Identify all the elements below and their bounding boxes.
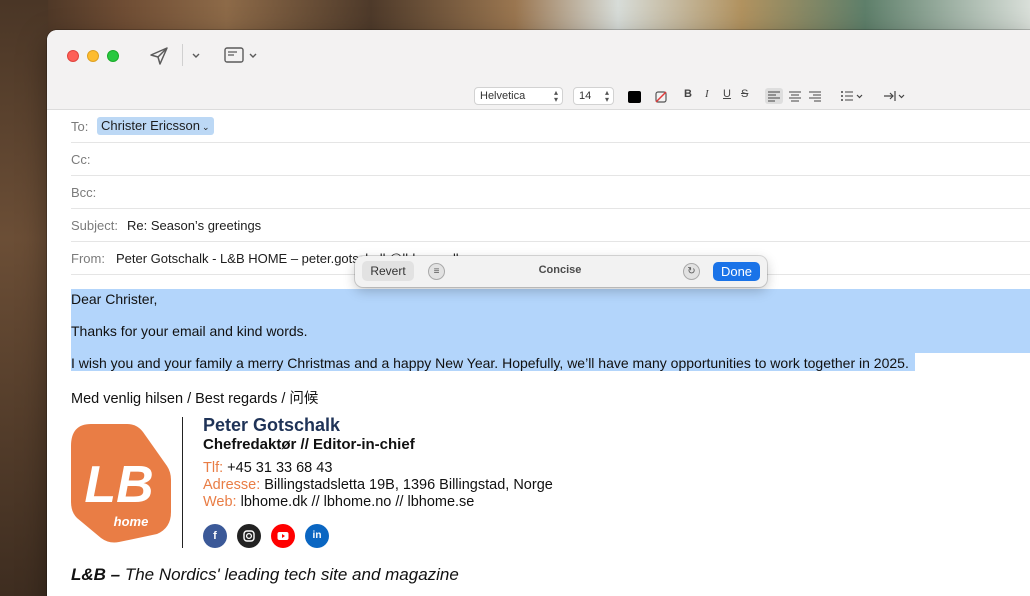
selection-highlight xyxy=(71,289,1030,353)
signature-web: Web: lbhome.dk // lbhome.no // lbhome.se xyxy=(203,494,474,510)
message-closing: Med venlig hilsen / Best regards / 问候 xyxy=(71,391,319,407)
background-color-icon[interactable] xyxy=(654,90,668,104)
close-window-button[interactable] xyxy=(67,50,79,62)
signature-name: Peter Gotschalk xyxy=(203,415,341,435)
bold-button[interactable]: B xyxy=(684,88,692,100)
align-center-icon[interactable] xyxy=(787,88,803,104)
chevron-down-icon[interactable] xyxy=(191,52,201,60)
compose-window: Helvetica ▴ ▾ 14 ▴ ▾ B I U S To: Christe… xyxy=(47,30,1030,596)
subject-label: Subject: xyxy=(71,218,118,233)
signature-phone: Tlf: +45 31 33 68 43 xyxy=(203,460,332,476)
done-button[interactable]: Done xyxy=(713,262,760,281)
cc-label: Cc: xyxy=(71,152,91,167)
signature-role: Chefredaktør // Editor-in-chief xyxy=(203,436,415,453)
header-fields-icon[interactable] xyxy=(223,46,245,64)
message-line-2: I wish you and your family a merry Chris… xyxy=(71,355,909,371)
message-line-1: Thanks for your email and kind words. xyxy=(71,323,308,339)
paper-plane-icon[interactable] xyxy=(149,46,169,66)
format-bar: Helvetica ▴ ▾ 14 ▴ ▾ B I U S xyxy=(47,82,1030,110)
signature-divider xyxy=(182,417,183,548)
stepper-arrows-icon: ▴ ▾ xyxy=(604,88,609,104)
logo-word: home xyxy=(114,514,149,529)
subject-field[interactable]: Subject: Re: Season’s greetings xyxy=(71,209,1030,242)
web-label: Web: xyxy=(203,494,237,510)
address-value: Billingstadsletta 19B, 1396 Billingstad,… xyxy=(264,477,553,493)
recipient-name: Christer Ericsson xyxy=(101,118,200,133)
align-left-icon[interactable] xyxy=(765,88,783,104)
subject-value: Re: Season’s greetings xyxy=(127,218,262,233)
chevron-down-icon: ⌄ xyxy=(201,122,210,132)
font-family-select[interactable]: Helvetica ▴ ▾ xyxy=(474,87,563,105)
youtube-icon[interactable] xyxy=(271,524,295,548)
zoom-window-button[interactable] xyxy=(107,50,119,62)
web-value[interactable]: lbhome.dk // lbhome.no // lbhome.se xyxy=(241,494,475,510)
strikethrough-button[interactable]: S xyxy=(741,88,748,100)
desktop-wallpaper-left xyxy=(0,0,48,596)
font-family-value: Helvetica xyxy=(480,90,526,102)
italic-button[interactable]: I xyxy=(705,88,709,100)
to-label: To: xyxy=(71,119,89,134)
chevron-down-icon[interactable] xyxy=(248,52,258,60)
tagline-text: The Nordics' leading tech site and magaz… xyxy=(120,565,459,584)
logo-letters: LB xyxy=(84,456,153,514)
address-label: Adresse: xyxy=(203,477,261,493)
underline-button[interactable]: U xyxy=(723,88,731,100)
writing-tools-popover: Revert ≡ Concise ↻ Done xyxy=(355,256,767,287)
minimize-window-button[interactable] xyxy=(87,50,99,62)
stepper-arrows-icon: ▴ ▾ xyxy=(553,88,558,104)
bcc-field[interactable]: Bcc: xyxy=(71,176,1030,209)
from-label: From: xyxy=(71,251,105,266)
phone-label: Tlf: xyxy=(203,460,224,476)
rewrite-again-icon[interactable]: ↻ xyxy=(683,263,700,280)
font-size-select[interactable]: 14 ▴ ▾ xyxy=(573,87,614,105)
title-bar xyxy=(47,30,1030,82)
signature-tagline: L&B – The Nordics' leading tech site and… xyxy=(71,565,459,585)
message-greeting: Dear Christer, xyxy=(71,291,158,307)
cc-field[interactable]: Cc: xyxy=(71,143,1030,176)
writing-tools-title: Concise xyxy=(538,264,582,276)
indent-icon[interactable] xyxy=(882,88,908,104)
to-field: To: Christer Ericsson ⌄ xyxy=(71,110,1030,143)
rewrite-options-icon[interactable]: ≡ xyxy=(428,263,445,280)
list-style-icon[interactable] xyxy=(839,88,865,104)
align-right-icon[interactable] xyxy=(807,88,823,104)
linkedin-icon[interactable]: in xyxy=(305,524,329,548)
signature-address: Adresse: Billingstadsletta 19B, 1396 Bil… xyxy=(203,477,553,493)
recipient-token[interactable]: Christer Ericsson ⌄ xyxy=(97,117,214,135)
toolbar-divider xyxy=(182,44,183,66)
revert-button[interactable]: Revert xyxy=(362,261,414,281)
facebook-icon[interactable]: f xyxy=(203,524,227,548)
phone-value[interactable]: +45 31 33 68 43 xyxy=(227,460,332,476)
instagram-icon[interactable] xyxy=(237,524,261,548)
text-color-swatch[interactable] xyxy=(628,91,641,103)
bcc-label: Bcc: xyxy=(71,185,97,200)
tagline-brand: L&B – xyxy=(71,565,121,584)
lb-home-logo: LB home xyxy=(69,420,173,549)
font-size-value: 14 xyxy=(579,90,592,102)
